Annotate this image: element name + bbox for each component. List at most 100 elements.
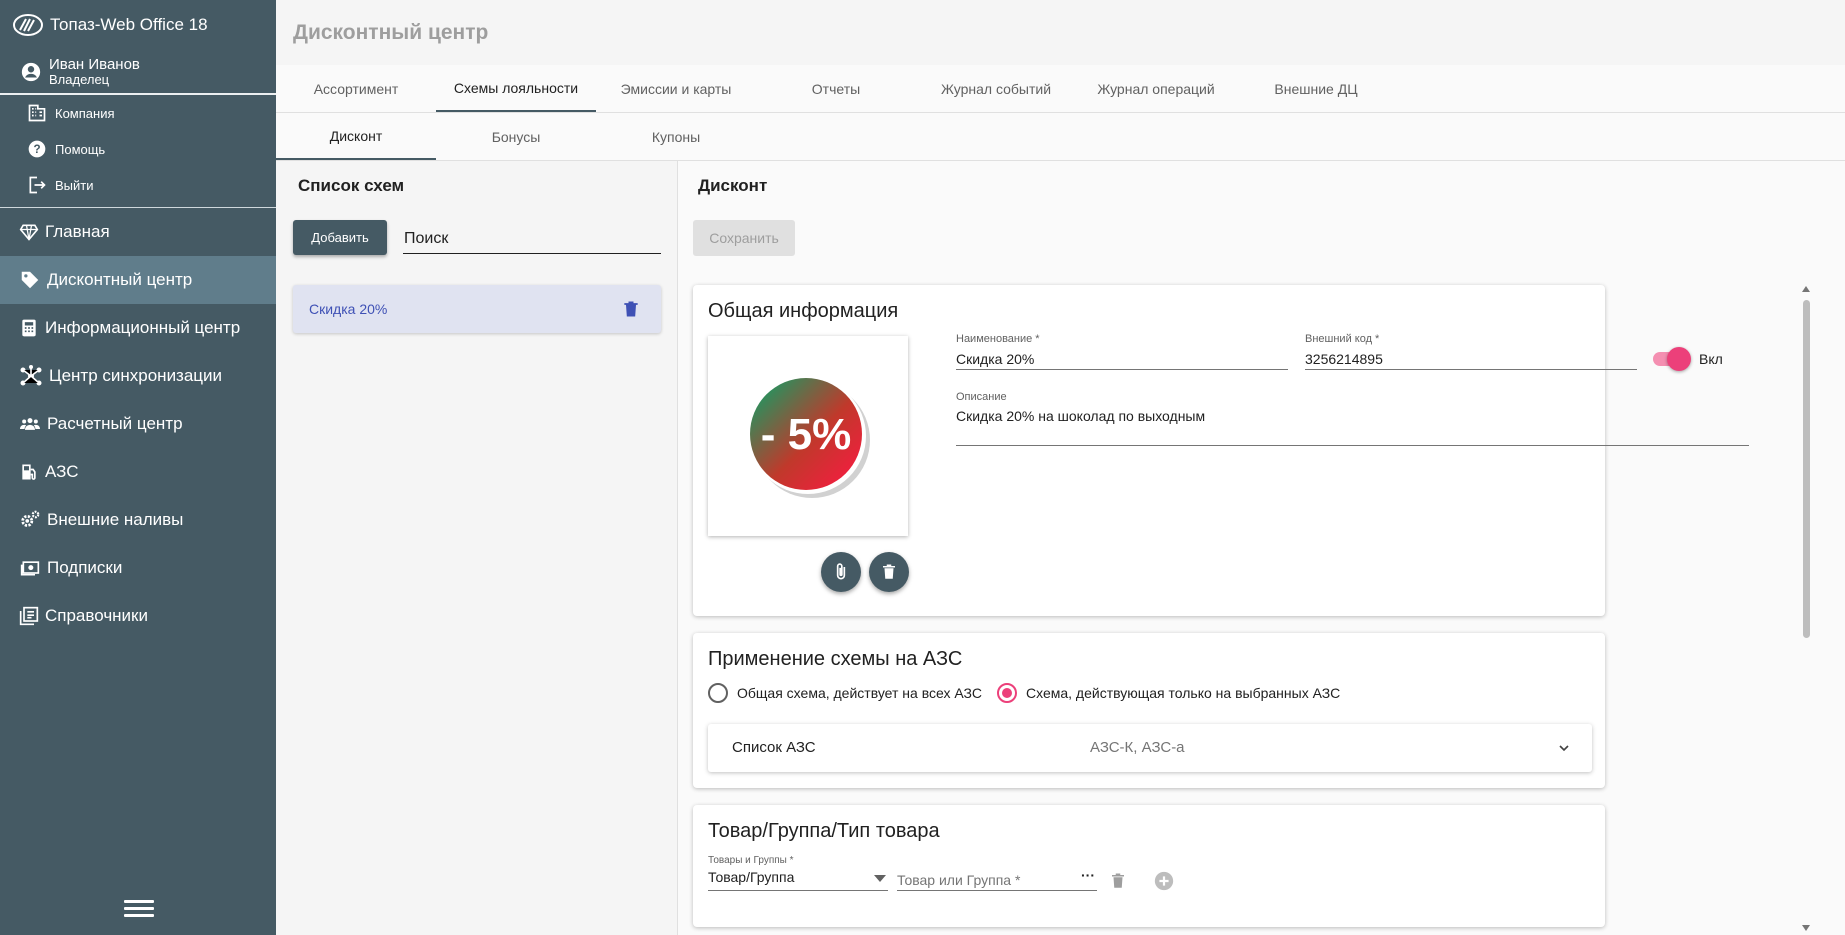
- nav-item-label: Информационный центр: [45, 318, 241, 337]
- tab-coupons[interactable]: Купоны: [596, 113, 756, 160]
- main-nav: Главная Дисконтный центр Информационный …: [0, 208, 276, 640]
- name-field-label: Наименование *: [956, 333, 1040, 345]
- radio-all-stations[interactable]: Общая схема, действует на всех АЗС: [708, 683, 982, 703]
- people-icon: [20, 418, 40, 430]
- radio-selected-stations[interactable]: Схема, действующая только на выбранных А…: [997, 683, 1340, 703]
- nav-item-label: Центр синхронизации: [49, 366, 223, 385]
- scheme-list-panel: Список схем Добавить Скидка 20%: [276, 161, 678, 935]
- fuel-icon: [22, 464, 36, 480]
- nav-item-label: Дисконтный центр: [47, 270, 193, 289]
- discount-badge-image: - 5%: [750, 378, 870, 498]
- scroll-up-icon[interactable]: [1802, 286, 1810, 292]
- tab-reports[interactable]: Отчеты: [756, 65, 916, 112]
- user-profile[interactable]: Иван Иванов Владелец: [0, 50, 276, 95]
- external-code-field[interactable]: [1305, 348, 1637, 370]
- menu-toggle-button[interactable]: [124, 900, 154, 922]
- sidebar: Топаз-Web Office 18 Иван Иванов Владелец…: [0, 0, 276, 935]
- general-info-title: Общая информация: [708, 300, 899, 322]
- toggle-label: Вкл: [1699, 351, 1723, 367]
- scroll-down-icon[interactable]: [1802, 925, 1810, 931]
- account-item-label: Компания: [55, 105, 115, 121]
- nav-item-label: Внешние наливы: [47, 510, 184, 529]
- help-icon: ?: [28, 140, 46, 158]
- nav-item-sync-center[interactable]: Центр синхронизации: [0, 352, 276, 400]
- account-circle-icon: [21, 62, 41, 81]
- external-code-label: Внешний код *: [1305, 333, 1380, 345]
- nav-item-home[interactable]: Главная: [0, 208, 276, 256]
- menu-icon: [124, 907, 154, 910]
- svg-text:?: ?: [33, 143, 40, 156]
- tab-loyalty-schemes[interactable]: Схемы лояльности: [436, 65, 596, 112]
- scheme-list-title: Список схем: [298, 176, 405, 195]
- tab-assortment[interactable]: Ассортимент: [276, 65, 436, 112]
- badge-text: - 5%: [761, 410, 851, 459]
- station-list-value: АЗС-К, АЗС-а: [1090, 739, 1185, 756]
- scheme-image: - 5%: [708, 336, 908, 536]
- gears-icon: [21, 510, 40, 527]
- logo-icon: [13, 14, 43, 36]
- goods-input[interactable]: [897, 869, 1097, 891]
- attach-image-button[interactable]: [821, 552, 861, 592]
- delete-icon[interactable]: [1109, 871, 1127, 891]
- add-scheme-button[interactable]: Добавить: [293, 220, 387, 255]
- dropdown-arrow-icon: [874, 875, 886, 882]
- account-item-label: Выйти: [55, 177, 94, 193]
- delete-image-button[interactable]: [869, 552, 909, 592]
- tab-external-dc[interactable]: Внешние ДЦ: [1236, 65, 1396, 112]
- nav-item-label: Расчетный центр: [47, 414, 183, 433]
- goods-select-label: Товары и Группы *: [708, 855, 794, 866]
- goods-type-select[interactable]: Товар/Группа: [708, 869, 888, 891]
- add-circle-icon[interactable]: [1153, 870, 1175, 892]
- delete-icon[interactable]: [621, 299, 641, 319]
- station-list-label: Список АЗС: [732, 739, 816, 756]
- subscription-icon: [20, 561, 40, 576]
- app-brand[interactable]: Топаз-Web Office 18: [0, 0, 276, 50]
- name-field[interactable]: [956, 348, 1288, 370]
- account-item-company[interactable]: Компания: [0, 95, 276, 131]
- goods-title: Товар/Группа/Тип товара: [708, 820, 940, 842]
- radio-selected-label: Схема, действующая только на выбранных А…: [1026, 685, 1341, 701]
- radio-all-label: Общая схема, действует на всех АЗС: [737, 685, 982, 701]
- nav-item-subscriptions[interactable]: Подписки: [0, 544, 276, 592]
- calculator-icon: [22, 319, 36, 337]
- nav-item-label: Справочники: [45, 606, 148, 625]
- tab-bonuses[interactable]: Бонусы: [436, 113, 596, 160]
- goods-type-value: Товар/Группа: [708, 869, 795, 885]
- paperclip-icon: [836, 563, 846, 580]
- station-list-accordion[interactable]: Список АЗС АЗС-К, АЗС-а: [708, 724, 1592, 772]
- main-tabs: Ассортимент Схемы лояльности Эмиссии и к…: [276, 65, 1845, 113]
- account-item-help[interactable]: ? Помощь: [0, 131, 276, 167]
- menu-icon: [124, 914, 154, 917]
- save-button[interactable]: Сохранить: [693, 220, 795, 256]
- detail-scrollbar[interactable]: [1800, 282, 1812, 935]
- user-name: Иван Иванов: [49, 55, 140, 73]
- search-input[interactable]: [403, 225, 661, 254]
- nav-item-discount-center[interactable]: Дисконтный центр: [0, 256, 276, 304]
- chevron-down-icon: [1559, 745, 1569, 752]
- nav-item-billing-center[interactable]: Расчетный центр: [0, 400, 276, 448]
- nav-item-external-fills[interactable]: Внешние наливы: [0, 496, 276, 544]
- account-item-label: Помощь: [55, 141, 106, 157]
- nav-item-gas-stations[interactable]: АЗС: [0, 448, 276, 496]
- menu-icon: [124, 900, 154, 903]
- tab-operations-log[interactable]: Журнал операций: [1076, 65, 1236, 112]
- sub-tabs: Дисконт Бонусы Купоны: [276, 113, 1845, 161]
- description-label: Описание: [956, 391, 1007, 403]
- tab-discount[interactable]: Дисконт: [276, 113, 436, 160]
- tab-event-log[interactable]: Журнал событий: [916, 65, 1076, 112]
- tab-emissions-cards[interactable]: Эмиссии и карты: [596, 65, 756, 112]
- main-content: Дисконтный центр Ассортимент Схемы лояль…: [276, 0, 1845, 935]
- nav-item-info-center[interactable]: Информационный центр: [0, 304, 276, 352]
- description-field[interactable]: Скидка 20% на шоколад по выходным: [956, 406, 1749, 446]
- stations-card: Применение схемы на АЗС Общая схема, дей…: [693, 633, 1605, 788]
- account-item-logout[interactable]: Выйти: [0, 167, 276, 203]
- goods-card: Товар/Группа/Тип товара Товары и Группы …: [693, 805, 1605, 927]
- user-role: Владелец: [49, 71, 110, 87]
- page-header: Дисконтный центр: [276, 0, 1845, 65]
- more-options-icon[interactable]: ···: [1081, 867, 1095, 883]
- scrollbar-thumb[interactable]: [1803, 300, 1810, 638]
- scheme-list-item[interactable]: Скидка 20%: [293, 285, 661, 333]
- nav-item-references[interactable]: Справочники: [0, 592, 276, 640]
- page-title: Дисконтный центр: [293, 20, 489, 44]
- general-info-card: Общая информация - 5% Наименование * Ски…: [693, 285, 1749, 616]
